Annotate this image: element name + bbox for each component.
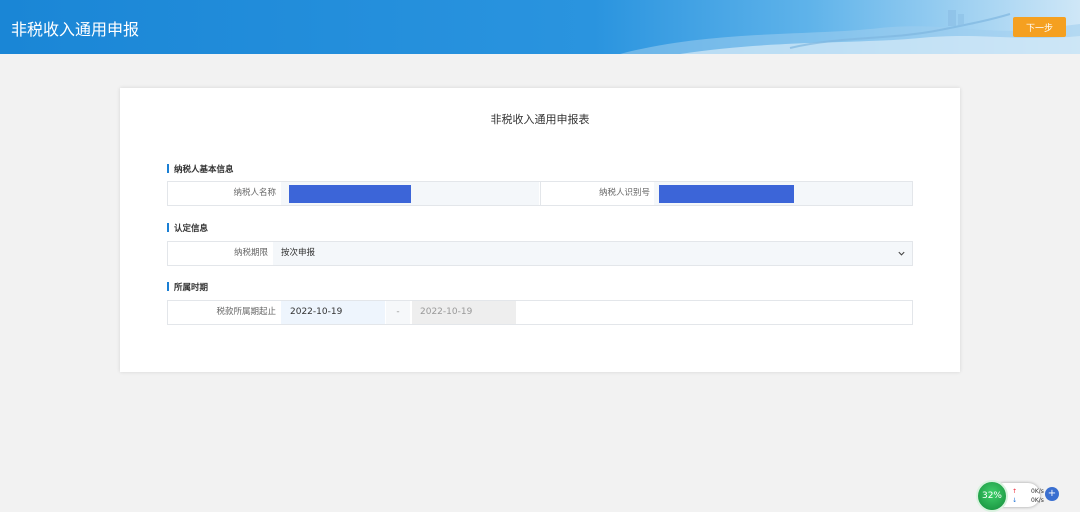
taxpayer-id-field[interactable] bbox=[654, 182, 912, 205]
upload-arrow-icon: ↑ bbox=[1012, 488, 1018, 495]
tax-period-value: 按次申报 bbox=[281, 248, 316, 258]
taxpayer-name-label: 纳税人名称 bbox=[233, 188, 276, 198]
plus-icon[interactable]: + bbox=[1045, 487, 1059, 501]
taxpayer-name-field[interactable] bbox=[281, 182, 539, 205]
form-title: 非税收入通用申报表 bbox=[490, 113, 590, 126]
section-taxpayer-info: 纳税人基本信息 bbox=[167, 163, 234, 175]
period-end-input[interactable]: 2022-10-19 bbox=[412, 301, 516, 324]
redacted-taxpayer-id bbox=[659, 185, 794, 203]
taxpayer-info-row: 纳税人名称 纳税人识别号 bbox=[167, 181, 913, 206]
app-header: 非税收入通用申报 下一步 bbox=[0, 0, 1080, 54]
great-wall-decoration bbox=[620, 10, 1080, 54]
period-row: 税款所属期起止 2022-10-19 - 2022-10-19 bbox=[167, 300, 913, 325]
tax-period-row: 纳税期限 按次申报 bbox=[167, 241, 913, 266]
section-recognition-info: 认定信息 bbox=[167, 222, 208, 234]
taxpayer-id-label: 纳税人识别号 bbox=[540, 182, 650, 205]
next-step-button[interactable]: 下一步 bbox=[1013, 17, 1066, 37]
download-speed: 0K/s bbox=[1031, 497, 1044, 504]
upload-speed: 0K/s bbox=[1031, 488, 1044, 495]
chevron-down-icon bbox=[898, 251, 905, 256]
tax-period-select[interactable]: 按次申报 bbox=[273, 242, 912, 265]
section-period: 所属时期 bbox=[167, 281, 208, 293]
form-card bbox=[120, 88, 960, 372]
redacted-taxpayer-name bbox=[289, 185, 411, 203]
period-start-input[interactable]: 2022-10-19 bbox=[281, 301, 385, 324]
cpu-ball[interactable]: 32% bbox=[976, 480, 1008, 512]
period-label: 税款所属期起止 bbox=[216, 307, 276, 317]
network-speed-widget[interactable]: 32% ↑ ↓ 0K/s 0K/s + bbox=[976, 480, 1064, 512]
download-arrow-icon: ↓ bbox=[1012, 497, 1018, 504]
page-title: 非税收入通用申报 bbox=[11, 20, 140, 39]
tax-period-label: 纳税期限 bbox=[233, 248, 268, 258]
period-separator: - bbox=[386, 301, 410, 324]
